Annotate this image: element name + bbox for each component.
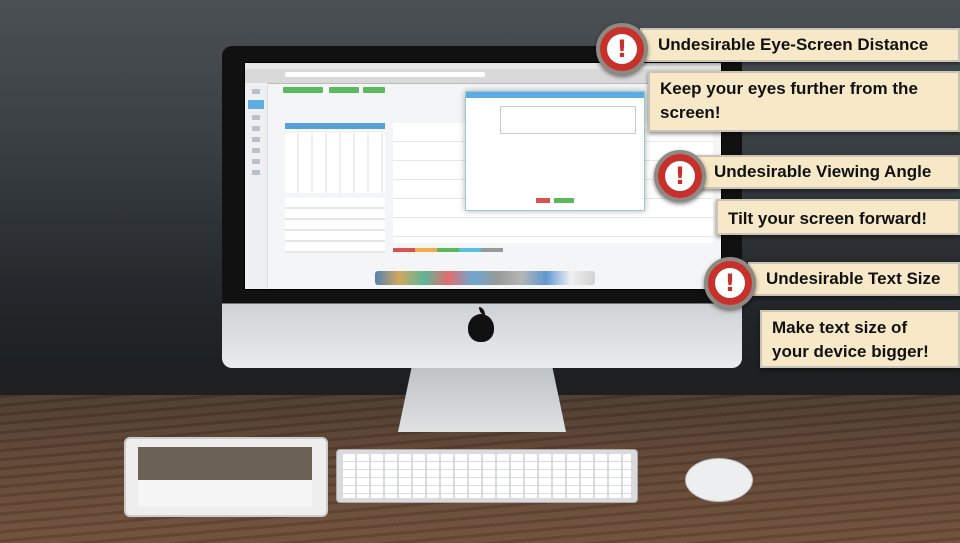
alert-title-text: Undesirable Text Size — [766, 269, 941, 288]
alert-message-angle: Tilt your screen forward! — [716, 199, 960, 235]
imac-stand — [398, 368, 566, 432]
tablet-screen — [138, 447, 312, 507]
sidebar-item — [252, 170, 260, 175]
apple-logo — [468, 307, 494, 342]
alert-message-text-size: Make text size of your device bigger! — [760, 310, 960, 368]
magic-mouse — [685, 458, 753, 502]
app-logo — [252, 89, 260, 94]
dialog-header — [466, 92, 644, 98]
exclamation-mark: ! — [665, 161, 695, 191]
mac-dock — [375, 271, 595, 285]
app-button — [283, 87, 323, 93]
sidebar-item — [252, 126, 260, 131]
app-sidebar — [245, 83, 268, 289]
alert-title-text: Undesirable Viewing Angle — [714, 162, 932, 181]
sidebar-item — [252, 137, 260, 142]
keyboard-keys — [343, 454, 631, 498]
exclamation-icon: ! — [654, 150, 706, 202]
calendar-header — [285, 123, 385, 129]
sidebar-item — [252, 148, 260, 153]
legend-tags — [393, 248, 503, 252]
dialog-textarea — [500, 106, 636, 134]
mini-calendar — [285, 133, 385, 193]
event-dialog — [465, 91, 645, 211]
alert-title-text-size: Undesirable Text Size — [748, 262, 960, 296]
exclamation-icon: ! — [596, 23, 648, 75]
dialog-cancel — [536, 198, 550, 203]
sidebar-item-active — [248, 100, 264, 109]
sidebar-item — [252, 159, 260, 164]
app-button — [329, 87, 359, 93]
app-button — [363, 87, 385, 93]
alert-title-distance: Undesirable Eye-Screen Distance — [640, 28, 960, 62]
keyboard — [336, 449, 638, 503]
browser-address-bar — [285, 72, 485, 77]
exclamation-mark: ! — [715, 268, 745, 298]
alert-message-distance: Keep your eyes further from the screen! — [648, 71, 960, 132]
sidebar-item — [252, 115, 260, 120]
alert-title-angle: Undesirable Viewing Angle — [696, 155, 960, 189]
alert-title-text: Undesirable Eye-Screen Distance — [658, 35, 929, 54]
tablet-device — [124, 437, 328, 517]
dialog-save — [554, 198, 574, 203]
category-list — [285, 198, 385, 253]
exclamation-icon: ! — [704, 257, 756, 309]
exclamation-mark: ! — [607, 34, 637, 64]
